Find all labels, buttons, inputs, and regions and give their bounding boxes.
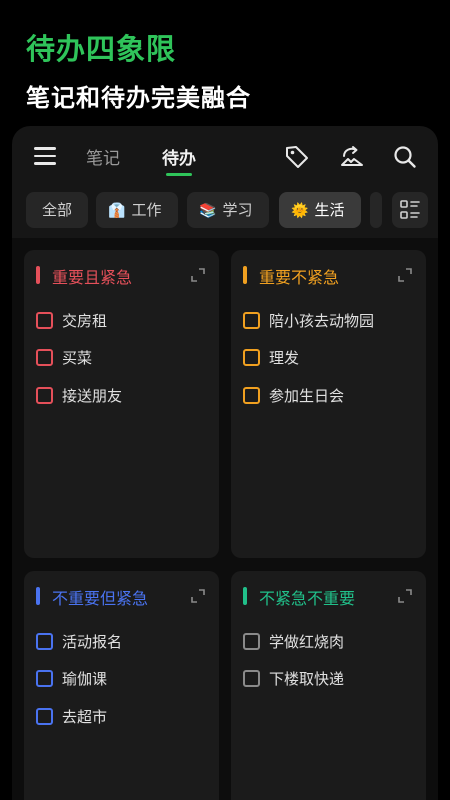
- task-checkbox[interactable]: [36, 387, 53, 404]
- task-item[interactable]: 陪小孩去动物园: [243, 310, 418, 332]
- quadrant-color-bar: [36, 587, 40, 605]
- task-item[interactable]: 参加生日会: [243, 385, 418, 407]
- expand-icon[interactable]: [190, 588, 206, 604]
- task-label: 下楼取快递: [269, 670, 345, 688]
- sync-icon[interactable]: [339, 144, 365, 170]
- task-checkbox[interactable]: [243, 349, 260, 366]
- task-label: 理发: [269, 349, 300, 367]
- quadrant-color-bar: [243, 587, 247, 605]
- task-item[interactable]: 瑜伽课: [36, 668, 211, 690]
- quadrant-header: 不重要但紧急: [36, 585, 206, 608]
- promo-subtitle: 笔记和待办完美融合: [26, 84, 251, 112]
- sun-icon: 🌞: [291, 203, 309, 219]
- task-label: 学做红烧肉: [269, 633, 345, 651]
- task-label: 去超市: [62, 708, 108, 726]
- filter-chip-label: 全部: [41, 201, 72, 219]
- quadrant-header: 重要且紧急: [36, 264, 206, 287]
- layout-toggle-button[interactable]: [392, 192, 428, 228]
- books-icon: 📚: [199, 203, 217, 219]
- quadrant-not-important-urgent: 不重要但紧急 活动报名 瑜伽课 去超市: [24, 571, 219, 800]
- task-item[interactable]: 接送朋友: [36, 385, 211, 407]
- task-checkbox[interactable]: [243, 633, 260, 650]
- task-label: 陪小孩去动物园: [269, 312, 375, 330]
- promo-title: 待办四象限: [26, 32, 177, 66]
- filter-chip-label: 工作: [131, 201, 162, 219]
- menu-icon[interactable]: [34, 147, 56, 165]
- task-label: 参加生日会: [269, 387, 345, 405]
- task-checkbox[interactable]: [243, 670, 260, 687]
- tag-icon[interactable]: [284, 144, 310, 170]
- filter-chip-study[interactable]: 📚 学习: [187, 192, 269, 228]
- quadrant-not-urgent-not-important: 不紧急不重要 学做红烧肉 下楼取快递: [231, 571, 426, 800]
- task-item[interactable]: 理发: [243, 347, 418, 369]
- app-screen: 笔记 待办 全部 👔 工作 📚 学习 🌞 生活 重要且紧急 交房租 买菜 接送朋…: [12, 126, 438, 800]
- active-tab-indicator: [166, 173, 192, 176]
- task-label: 活动报名: [62, 633, 123, 651]
- quadrant-title: 重要且紧急: [52, 268, 133, 287]
- quadrant-title: 不重要但紧急: [52, 589, 149, 608]
- task-label: 瑜伽课: [62, 670, 108, 688]
- list-layout-icon: [400, 200, 420, 219]
- filter-chip-all[interactable]: 全部: [26, 192, 88, 228]
- quadrant-title: 重要不紧急: [259, 268, 340, 287]
- category-filter-bar: 全部 👔 工作 📚 学习 🌞 生活: [12, 192, 438, 230]
- search-icon[interactable]: [392, 144, 418, 170]
- quadrant-color-bar: [243, 266, 247, 284]
- task-item[interactable]: 活动报名: [36, 631, 211, 653]
- task-item[interactable]: 去超市: [36, 706, 211, 728]
- task-item[interactable]: 交房租: [36, 310, 211, 332]
- filter-chip-label: 学习: [222, 201, 253, 219]
- quadrant-color-bar: [36, 266, 40, 284]
- tab-notes[interactable]: 笔记: [86, 144, 120, 169]
- quadrant-header: 不紧急不重要: [243, 585, 413, 608]
- task-label: 交房租: [62, 312, 108, 330]
- task-checkbox[interactable]: [36, 312, 53, 329]
- quadrant-title: 不紧急不重要: [259, 589, 356, 608]
- task-checkbox[interactable]: [36, 708, 53, 725]
- task-checkbox[interactable]: [36, 633, 53, 650]
- expand-icon[interactable]: [397, 588, 413, 604]
- quadrant-board: 重要且紧急 交房租 买菜 接送朋友 重要不紧急 陪小孩去动物园 理发 参加生日会…: [12, 238, 438, 800]
- task-label: 接送朋友: [62, 387, 123, 405]
- task-label: 买菜: [62, 349, 93, 367]
- tab-todo[interactable]: 待办: [162, 144, 196, 169]
- quadrant-important-not-urgent: 重要不紧急 陪小孩去动物园 理发 参加生日会: [231, 250, 426, 558]
- filter-chip-label: 生活: [314, 201, 345, 219]
- quadrant-header: 重要不紧急: [243, 264, 413, 287]
- task-checkbox[interactable]: [36, 349, 53, 366]
- top-bar: 笔记 待办: [12, 126, 438, 186]
- task-item[interactable]: 下楼取快递: [243, 668, 418, 690]
- expand-icon[interactable]: [397, 267, 413, 283]
- filter-chip-partial[interactable]: [370, 192, 382, 228]
- filter-chip-life[interactable]: 🌞 生活: [279, 192, 361, 228]
- task-checkbox[interactable]: [243, 387, 260, 404]
- necktie-icon: 👔: [108, 203, 126, 219]
- quadrant-important-urgent: 重要且紧急 交房租 买菜 接送朋友: [24, 250, 219, 558]
- task-checkbox[interactable]: [36, 670, 53, 687]
- filter-chip-work[interactable]: 👔 工作: [96, 192, 178, 228]
- expand-icon[interactable]: [190, 267, 206, 283]
- task-item[interactable]: 买菜: [36, 347, 211, 369]
- task-checkbox[interactable]: [243, 312, 260, 329]
- task-item[interactable]: 学做红烧肉: [243, 631, 418, 653]
